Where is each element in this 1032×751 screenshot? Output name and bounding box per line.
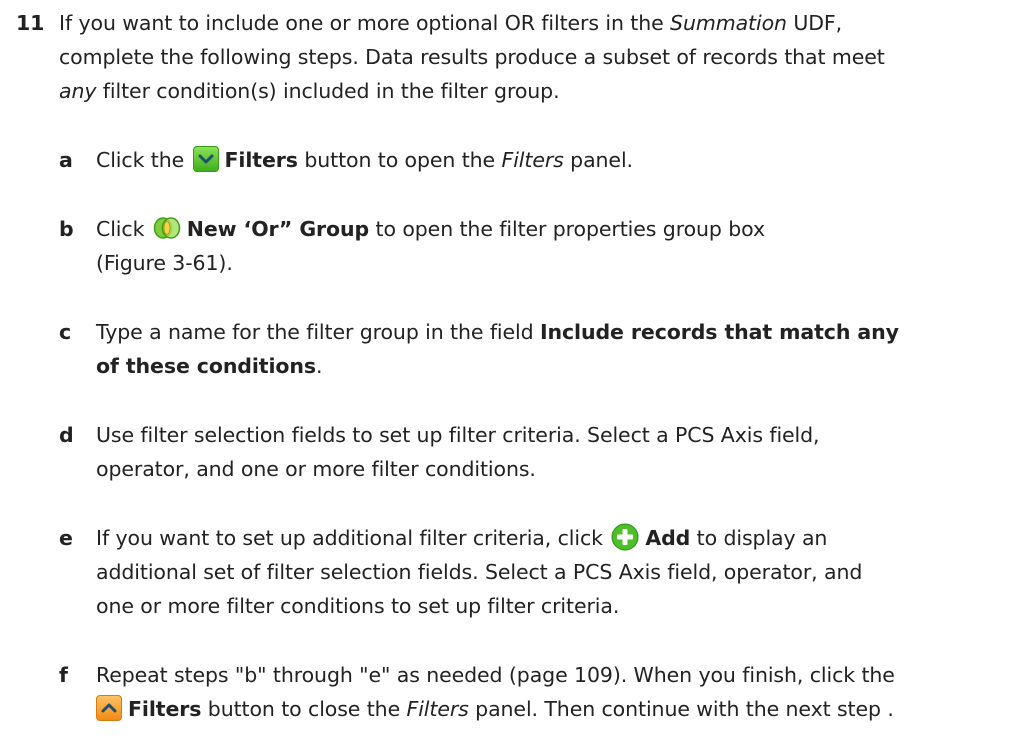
step-intro-text: filter condition(s) included in the filt… (96, 79, 560, 103)
substep-text: Type a name for the filter group in the … (96, 320, 540, 344)
substep-a-text: Click the Filters button to open the Fil… (96, 145, 633, 175)
substep-e-text-line-3: one or more filter conditions to set up … (96, 594, 620, 618)
document-page: 11 If you want to include one or more op… (0, 0, 1032, 751)
substep-e-text-line-2: additional set of filter selection field… (96, 560, 863, 584)
substep-letter-b: b (59, 217, 74, 241)
substep-f-text-line-2: Filters button to close the Filters pane… (96, 694, 894, 724)
filters-label: Filters (128, 697, 202, 721)
include-records-label: Include records that match any (539, 320, 899, 344)
substep-text: panel. (563, 148, 633, 172)
substep-text: Click the (96, 148, 191, 172)
substep-text: panel. Then continue with the next step … (468, 697, 894, 721)
substep-b-text: Click New ‘Or” Group to open the filter … (96, 214, 765, 244)
filters-panel-emphasis: Filters (406, 697, 469, 721)
substep-c-text-line-2: of these conditions. (96, 351, 323, 381)
substep-letter-c: c (59, 320, 72, 344)
substep-text: If you want to set up additional filter … (96, 526, 610, 550)
filters-panel-emphasis: Filters (501, 148, 564, 172)
substep-text: Click (96, 217, 151, 241)
add-icon[interactable] (611, 523, 639, 551)
substep-b-text-line-2: (Figure 3-61). (96, 251, 233, 275)
substep-letter-e: e (59, 526, 73, 550)
substep-c-text: Type a name for the filter group in the … (96, 317, 899, 347)
substep-text: to open the filter properties group box (369, 217, 766, 241)
step-intro-line-3: any filter condition(s) included in the … (59, 76, 560, 106)
step-intro-text: If you want to include one or more optio… (59, 11, 671, 35)
substep-f-text: Repeat steps "b" through "e" as needed (… (96, 663, 895, 687)
step-intro-text: UDF, (786, 11, 843, 35)
any-emphasis: any (59, 79, 97, 103)
include-records-label-cont: of these conditions (96, 354, 317, 378)
substep-text: button to open the (297, 148, 502, 172)
new-or-group-label: New ‘Or” Group (186, 217, 370, 241)
step-number: 11 (16, 11, 45, 35)
substep-d-text-line-2: operator, and one or more filter conditi… (96, 457, 536, 481)
add-label: Add (645, 526, 691, 550)
filters-label: Filters (224, 148, 298, 172)
substep-text: button to close the (201, 697, 407, 721)
substep-letter-f: f (59, 663, 68, 687)
step-intro-line-1: If you want to include one or more optio… (59, 8, 842, 38)
green-chevron-down-icon[interactable] (192, 146, 219, 172)
summation-emphasis: Summation (670, 11, 787, 35)
orange-chevron-up-icon[interactable] (96, 695, 122, 721)
substep-text: to display an (690, 526, 828, 550)
substep-letter-a: a (59, 148, 73, 172)
substep-text: . (316, 354, 323, 378)
substep-letter-d: d (59, 423, 74, 447)
step-intro-line-2: complete the following steps. Data resul… (59, 45, 885, 69)
substep-e-text: If you want to set up additional filter … (96, 523, 827, 553)
or-group-icon[interactable] (153, 216, 181, 240)
substep-d-text: Use filter selection fields to set up fi… (96, 423, 820, 447)
